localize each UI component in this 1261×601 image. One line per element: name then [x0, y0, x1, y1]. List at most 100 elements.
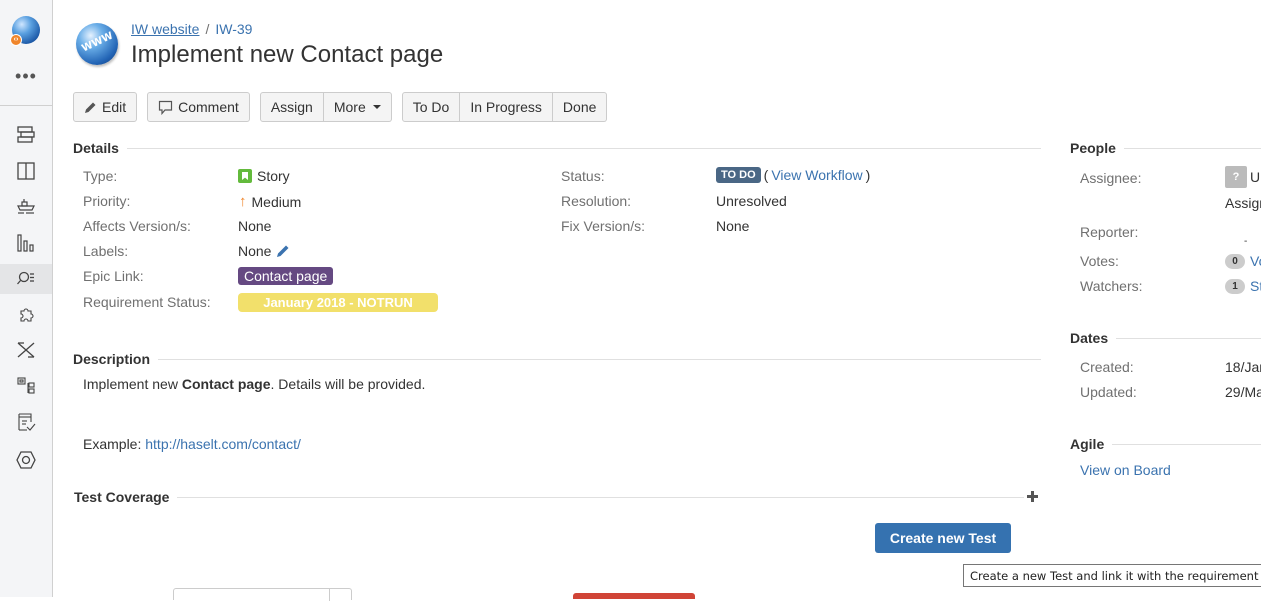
requirement-status-label: Requirement Status:: [83, 294, 211, 310]
epic-link-value: Contact page: [238, 267, 334, 285]
search-list-icon: [17, 271, 34, 285]
watchers-label: Watchers:: [1080, 278, 1143, 294]
view-on-board-link[interactable]: View on Board: [1080, 462, 1171, 478]
status-value: TO DO (View Workflow): [716, 167, 870, 183]
description-module-header: Description: [73, 351, 1041, 367]
page-title: Implement new Contact page: [131, 41, 444, 68]
description-heading: Description: [73, 351, 151, 367]
description-bold-text: Contact page: [181, 376, 271, 392]
sidebar-item-add-ons[interactable]: [0, 301, 52, 331]
edit-button[interactable]: Edit: [73, 92, 138, 122]
affects-version-label: Affects Version/s:: [83, 218, 191, 234]
more-menu-button[interactable]: •••: [0, 66, 52, 86]
votes-label: Votes:: [1080, 253, 1119, 269]
transition-in-progress-button[interactable]: In Progress: [460, 92, 553, 122]
comment-button[interactable]: Comment: [147, 92, 250, 122]
sidebar-item-issues[interactable]: [0, 264, 52, 294]
breadcrumb-project-link[interactable]: IW website: [131, 21, 199, 37]
fix-version-value: None: [716, 218, 750, 234]
project-avatar[interactable]: WWW: [76, 23, 118, 65]
hierarchy-icon: [17, 377, 35, 394]
coverage-filter-select[interactable]: [173, 588, 352, 601]
description-example: Example: http://haselt.com/contact/: [83, 436, 301, 452]
example-link[interactable]: http://haselt.com/contact/: [145, 436, 301, 452]
story-icon: [238, 169, 252, 183]
details-heading: Details: [73, 140, 119, 156]
priority-value: ↑ Medium: [239, 193, 301, 210]
sidebar-divider: [0, 105, 52, 106]
arrow-up-priority-icon: ↑: [239, 193, 247, 210]
people-module-header: People: [1070, 140, 1261, 156]
test-coverage-module-header: Test Coverage: [74, 489, 1024, 505]
watch-link[interactable]: St: [1250, 278, 1261, 294]
sidebar-item-test-plans[interactable]: [0, 407, 52, 437]
more-button[interactable]: More: [323, 92, 392, 122]
updated-value: 29/Ma: [1225, 384, 1261, 400]
sidebar-item-releases[interactable]: [0, 191, 52, 221]
assign-button[interactable]: Assign: [259, 92, 324, 122]
transition-todo-button[interactable]: To Do: [401, 92, 461, 122]
priority-label: Priority:: [83, 193, 131, 209]
description-line-1: Implement new Contact page. Details will…: [83, 376, 425, 392]
code-badge-icon: ‹›: [10, 34, 22, 46]
epic-link-label: Epic Link:: [83, 268, 144, 284]
type-text: Story: [257, 168, 290, 184]
create-test-tooltip: Create a new Test and link it with the r…: [963, 564, 1261, 587]
assignee-name: U: [1250, 169, 1261, 185]
resolution-label: Resolution:: [561, 193, 632, 209]
add-plus-icon[interactable]: [1026, 490, 1039, 503]
puzzle-icon: [20, 308, 34, 322]
view-workflow-link[interactable]: View Workflow: [771, 167, 862, 183]
breadcrumb: IW website / IW-39: [131, 21, 252, 37]
project-avatar-text: WWW: [80, 30, 115, 55]
breadcrumb-separator: /: [205, 21, 210, 37]
reporter-value: -: [1244, 236, 1248, 247]
backlog-icon: [17, 126, 35, 143]
edit-button-label: Edit: [102, 99, 127, 115]
issue-toolbar: Edit Comment Assign More To Do In Progre…: [73, 92, 608, 122]
created-label: Created:: [1080, 359, 1134, 375]
labels-value[interactable]: None: [238, 243, 290, 259]
caret-down-icon: [372, 105, 381, 109]
sidebar-item-xray[interactable]: [0, 335, 52, 365]
project-logo[interactable]: ‹›: [10, 16, 40, 46]
sidebar: ‹› •••: [0, 0, 53, 597]
bar-chart-icon: [17, 234, 34, 252]
reporter-label: Reporter:: [1080, 224, 1139, 240]
dates-module-header: Dates: [1070, 330, 1261, 346]
breadcrumb-issue-key[interactable]: IW-39: [215, 21, 252, 37]
coverage-status-bar: [573, 593, 695, 599]
pencil-icon: [85, 102, 96, 113]
vote-link[interactable]: Vo: [1250, 253, 1261, 269]
requirement-status-lozenge: January 2018 - NOTRUN: [238, 293, 438, 312]
assignee-value: ? U: [1225, 166, 1260, 188]
updated-label: Updated:: [1080, 384, 1137, 400]
status-label: Status:: [561, 168, 605, 184]
requirement-status-value: January 2018 - NOTRUN: [238, 293, 438, 312]
priority-text: Medium: [251, 193, 302, 210]
sidebar-item-test-repository[interactable]: [0, 371, 52, 401]
description-text: Implement new: [83, 376, 182, 392]
agile-heading: Agile: [1070, 436, 1105, 452]
watchers-value: 1 St: [1225, 278, 1261, 294]
epic-link-lozenge[interactable]: Contact page: [238, 267, 334, 285]
details-module-header: Details: [73, 140, 1041, 156]
ship-icon: [17, 199, 35, 214]
edit-labels-pencil-icon[interactable]: [276, 244, 290, 258]
labels-text: None: [238, 243, 272, 259]
sidebar-item-backlog[interactable]: [0, 120, 52, 150]
affects-version-value: None: [238, 218, 272, 234]
sidebar-item-settings[interactable]: [0, 445, 52, 475]
assign-to-me-link[interactable]: Assign: [1225, 195, 1261, 211]
sidebar-item-reports[interactable]: [0, 228, 52, 258]
test-coverage-heading: Test Coverage: [74, 489, 170, 505]
status-lozenge: TO DO: [716, 167, 761, 183]
assignee-label: Assignee:: [1080, 170, 1142, 186]
votes-value: 0 Vo: [1225, 253, 1261, 269]
agile-module-header: Agile: [1070, 436, 1261, 452]
comment-button-label: Comment: [178, 99, 239, 115]
transition-done-button[interactable]: Done: [552, 92, 608, 122]
hexagon-settings-icon: [16, 451, 36, 469]
create-new-test-button[interactable]: Create new Test: [875, 523, 1011, 553]
sidebar-item-board[interactable]: [0, 156, 52, 186]
